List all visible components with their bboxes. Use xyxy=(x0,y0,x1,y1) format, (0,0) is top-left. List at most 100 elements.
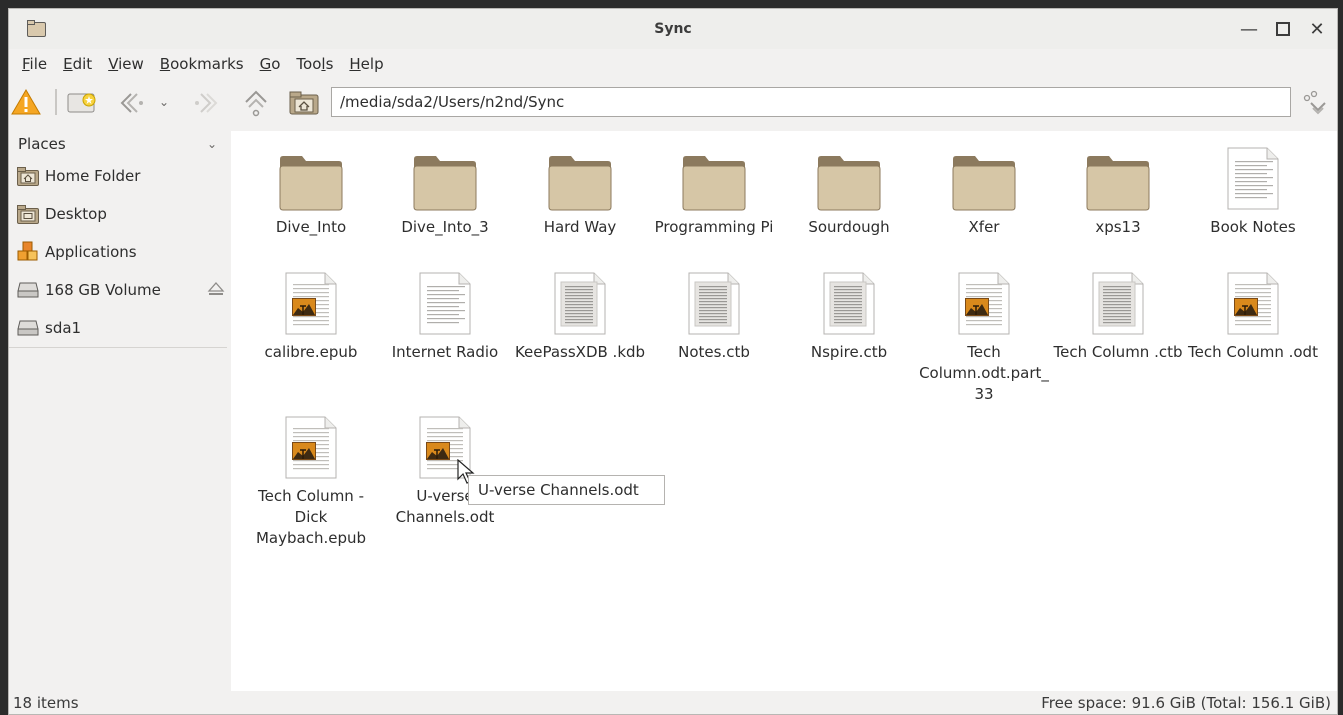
text-file-icon xyxy=(1218,145,1288,211)
toolbar: ⌄ /media/sda2/Users/n2nd/Sync xyxy=(9,85,1337,121)
item-count: 18 items xyxy=(13,694,79,712)
sidebar-item-168gb-volume[interactable]: 168 GB Volume xyxy=(9,271,227,309)
document-image-icon xyxy=(276,270,346,336)
file-item[interactable]: Notes.ctb xyxy=(647,270,781,363)
location-bar[interactable]: /media/sda2/Users/n2nd/Sync xyxy=(331,87,1291,117)
file-name: Internet Radio xyxy=(391,343,499,361)
file-item[interactable]: Tech Column .odt xyxy=(1186,270,1320,363)
menu-edit[interactable]: Edit xyxy=(55,55,100,73)
folder-icon xyxy=(679,145,749,211)
file-item[interactable]: Tech Column.odt.part_33 xyxy=(917,270,1051,405)
file-name: Nspire.ctb xyxy=(810,343,888,361)
menu-bookmarks[interactable]: Bookmarks xyxy=(152,55,252,73)
file-item[interactable]: Nspire.ctb xyxy=(782,270,916,363)
file-name: Tech Column.odt.part_33 xyxy=(919,343,1049,403)
clear-icon[interactable] xyxy=(1301,89,1331,117)
document-image-icon xyxy=(1218,270,1288,336)
sidebar-item-label: 168 GB Volume xyxy=(45,281,161,299)
menu-view[interactable]: View xyxy=(100,55,152,73)
file-name: Xfer xyxy=(968,218,1000,236)
folder-app-icon xyxy=(27,20,46,37)
up-icon[interactable] xyxy=(243,89,269,117)
file-name: Tech Column - Dick Maybach.epub xyxy=(255,487,367,547)
file-name: Dive_Into_3 xyxy=(401,218,489,236)
desktop-folder-icon xyxy=(17,204,39,224)
folder-icon xyxy=(1083,145,1153,211)
drive-icon xyxy=(17,318,39,338)
warning-icon[interactable] xyxy=(11,89,41,115)
folder-icon xyxy=(410,145,480,211)
file-name: Sourdough xyxy=(808,218,890,236)
file-item[interactable]: Internet Radio xyxy=(378,270,512,363)
forward-icon[interactable] xyxy=(191,91,221,115)
places-sidebar: Places ⌄ Home Folder Desktop Application… xyxy=(9,131,227,348)
text-file-icon xyxy=(1083,270,1153,336)
sidebar-divider xyxy=(9,347,227,348)
file-manager-window: Sync — ✕ File Edit View Bookmarks Go Tools Hel… xyxy=(8,8,1338,715)
chevron-down-icon[interactable]: ⌄ xyxy=(207,137,217,151)
file-name: xps13 xyxy=(1095,218,1141,236)
folder-item[interactable]: xps13 xyxy=(1051,145,1185,238)
folder-item[interactable]: Sourdough xyxy=(782,145,916,238)
file-item[interactable]: U-verse Channels.odt xyxy=(378,414,512,528)
file-name: Tech Column .ctb xyxy=(1053,343,1183,361)
home-folder-icon xyxy=(17,166,39,186)
chevron-down-icon[interactable]: ⌄ xyxy=(159,95,169,109)
title-bar[interactable]: Sync — ✕ xyxy=(9,9,1337,49)
file-item[interactable]: Book Notes xyxy=(1186,145,1320,238)
menu-file[interactable]: File xyxy=(14,55,55,73)
document-image-icon xyxy=(949,270,1019,336)
file-item[interactable]: calibre.epub xyxy=(244,270,378,363)
file-name: Tech Column .odt xyxy=(1188,343,1318,361)
file-name: calibre.epub xyxy=(264,343,358,361)
folder-item[interactable]: Dive_Into_3 xyxy=(378,145,512,238)
sidebar-item-desktop[interactable]: Desktop xyxy=(9,195,227,233)
back-icon[interactable] xyxy=(117,91,147,115)
folder-icon xyxy=(545,145,615,211)
close-button[interactable]: ✕ xyxy=(1303,15,1331,43)
folder-item[interactable]: Hard Way xyxy=(513,145,647,238)
folder-icon xyxy=(276,145,346,211)
text-file-icon xyxy=(814,270,884,336)
drive-icon xyxy=(17,280,39,300)
folder-item[interactable]: Xfer xyxy=(917,145,1051,238)
file-name: Book Notes xyxy=(1210,218,1296,236)
window-title: Sync xyxy=(654,21,692,37)
menu-bar: File Edit View Bookmarks Go Tools Help xyxy=(9,51,392,77)
text-file-icon xyxy=(679,270,749,336)
file-item[interactable]: Tech Column - Dick Maybach.epub xyxy=(244,414,378,549)
toolbar-separator xyxy=(55,89,57,115)
new-tab-icon[interactable] xyxy=(67,91,99,115)
folder-item[interactable]: Dive_Into xyxy=(244,145,378,238)
menu-tools[interactable]: Tools xyxy=(288,55,341,73)
text-file-icon xyxy=(545,270,615,336)
places-header-label: Places xyxy=(18,135,66,153)
tooltip: U-verse Channels.odt xyxy=(468,475,665,505)
places-header[interactable]: Places ⌄ xyxy=(9,131,227,157)
status-bar: 18 items Free space: 91.6 GiB (Total: 15… xyxy=(9,691,1337,715)
text-file-icon xyxy=(410,270,480,336)
eject-icon[interactable] xyxy=(207,281,225,301)
sidebar-item-home-folder[interactable]: Home Folder xyxy=(9,157,227,195)
folder-item[interactable]: Programming Pi xyxy=(647,145,781,238)
sidebar-item-label: sda1 xyxy=(45,319,82,337)
sidebar-item-sda1[interactable]: sda1 xyxy=(9,309,227,347)
sidebar-item-applications[interactable]: Applications xyxy=(9,233,227,271)
file-item[interactable]: Tech Column .ctb xyxy=(1051,270,1185,363)
file-name: Dive_Into xyxy=(275,218,347,236)
minimize-button[interactable]: — xyxy=(1235,15,1263,43)
file-view[interactable]: Dive_Into Dive_Into_3 Hard Way Programming … xyxy=(231,131,1337,691)
sidebar-item-label: Applications xyxy=(45,243,137,261)
file-item[interactable]: KeePassXDB .kdb xyxy=(513,270,647,363)
menu-help[interactable]: Help xyxy=(341,55,391,73)
folder-icon xyxy=(814,145,884,211)
applications-icon xyxy=(17,241,39,262)
sidebar-item-label: Desktop xyxy=(45,205,107,223)
file-name: Hard Way xyxy=(543,218,617,236)
file-name: Programming Pi xyxy=(654,218,774,236)
file-name: KeePassXDB .kdb xyxy=(514,343,646,361)
maximize-button[interactable] xyxy=(1269,15,1297,43)
home-icon[interactable] xyxy=(289,91,319,115)
menu-go[interactable]: Go xyxy=(252,55,289,73)
folder-icon xyxy=(949,145,1019,211)
